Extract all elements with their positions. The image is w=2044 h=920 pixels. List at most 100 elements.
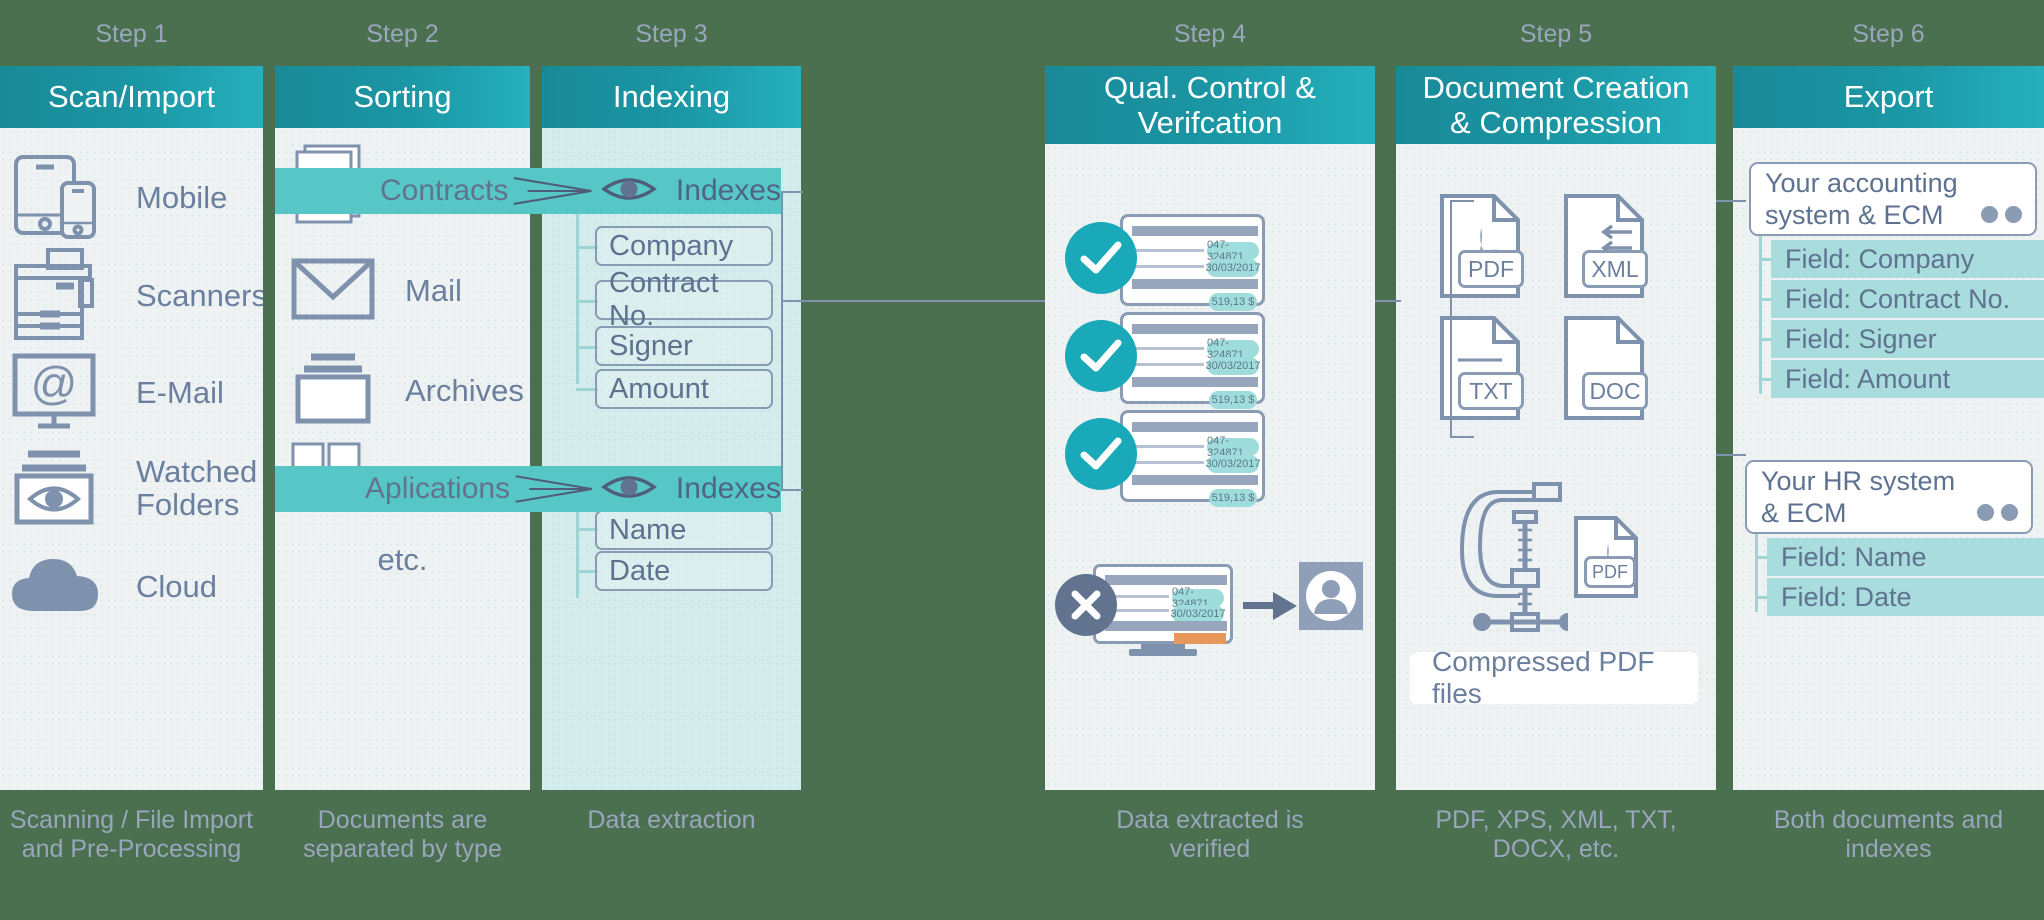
doc-headerbar	[1105, 575, 1227, 585]
xml-file-icon[interactable]	[1562, 192, 1648, 305]
link-idx2-to-qc	[781, 489, 803, 491]
index-field-contract-no[interactable]: Contract No.	[595, 267, 773, 332]
sort-label-mail: Mail	[405, 272, 462, 308]
column-header-sorting: Sorting	[275, 66, 530, 128]
step-label-6: Step 6	[1852, 20, 1925, 48]
step-label-2: Step 2	[366, 20, 439, 48]
cloud-icon	[8, 549, 106, 626]
sort-label-contracts: Contracts	[380, 174, 509, 207]
svg-text:@: @	[31, 357, 78, 409]
caption-step-3: Data extraction	[587, 806, 756, 834]
doc-ref-no: 047-324871	[1207, 239, 1259, 263]
column-body-quality-control: 047-324871 30/03/2017 519,13 $ 047-32487…	[1045, 144, 1375, 790]
source-label-watched-folders: Watched Folders	[136, 453, 258, 522]
source-label-scanners: Scanners	[136, 277, 263, 313]
caption-step-1: Scanning / File Import and Pre-Processing	[9, 806, 254, 864]
document-card-1[interactable]: 047-324871 30/03/2017 519,13 $	[1120, 214, 1265, 311]
archive-box-icon	[287, 349, 379, 434]
doc-ref-no: 047-324871	[1207, 435, 1259, 459]
dc-title-line2: & Compression	[1450, 105, 1662, 140]
column-body-document-creation: PDF XML TXT DOC PDF Compressed PDF files	[1396, 144, 1716, 790]
doc-amount: 519,13 $	[1209, 391, 1257, 409]
sort-label-etc: etc.	[377, 541, 428, 577]
doc-footerbar	[1132, 377, 1258, 387]
index-field-date[interactable]: Date	[595, 551, 773, 591]
doc-textline	[1132, 445, 1204, 448]
doc-textline	[1132, 249, 1204, 252]
fan-lines-icon	[513, 177, 593, 205]
source-item-email[interactable]: @ E-Mail	[8, 346, 258, 440]
index-field-signer[interactable]: Signer	[595, 326, 773, 366]
sort-item-archives[interactable]: Archives	[287, 346, 530, 436]
document-card-2[interactable]: 047-324871 30/03/2017 519,13 $	[1120, 312, 1265, 409]
index-trunk-1	[576, 196, 579, 384]
two-dots-icon-1	[1981, 206, 2022, 223]
dc-left-trunk	[1450, 200, 1452, 438]
qc-title-line1: Qual. Control &	[1104, 69, 1316, 105]
doc-textline	[1132, 363, 1204, 366]
dc-to-export-bottom	[1716, 454, 1746, 456]
link-to-qc-column	[781, 300, 1045, 302]
dc-to-export-top	[1716, 200, 1746, 202]
sort-label-applications: Aplications	[365, 472, 511, 505]
export-target-hr-title: Your HR system & ECM	[1761, 465, 1956, 528]
column-header-quality-control: Qual. Control & Verifcation	[1045, 66, 1375, 144]
doc-headerbar	[1132, 226, 1258, 236]
link-idx-vertical	[781, 192, 783, 490]
doc-textline	[1132, 347, 1204, 350]
arrow-right-icon	[1243, 591, 1299, 626]
document-card-3[interactable]: 047-324871 30/03/2017 519,13 $	[1120, 410, 1265, 507]
index-field-amount[interactable]: Amount	[595, 369, 773, 409]
sort-highlight-applications[interactable]: Aplications Indexes	[275, 466, 781, 512]
email-monitor-icon: @	[8, 348, 100, 439]
export-field-contract-no: Field: Contract No.	[1771, 280, 2044, 318]
source-item-cloud[interactable]: Cloud	[8, 540, 258, 634]
export-field-company: Field: Company	[1771, 240, 2044, 278]
doc-error-bar	[1174, 633, 1226, 644]
doc-footerbar	[1132, 475, 1258, 485]
eye-icon	[600, 170, 658, 213]
export-target-accounting[interactable]: Your accounting system & ECM	[1749, 162, 2037, 236]
column-document-creation: Document Creation & Compression PDF XML …	[1396, 66, 1716, 790]
doc-textline	[1132, 265, 1204, 268]
export-field-amount: Field: Amount	[1771, 360, 2044, 398]
export-target-hr[interactable]: Your HR system & ECM	[1745, 460, 2033, 534]
caption-step-5: PDF, XPS, XML, TXT, DOCX, etc.	[1435, 806, 1677, 864]
doc-date: 30/03/2017	[1205, 357, 1261, 375]
xml-file-label: XML	[1582, 250, 1648, 288]
index-field-name[interactable]: Name	[595, 510, 773, 550]
sort-highlight-contracts[interactable]: Contracts Indexes	[275, 168, 781, 214]
link-qc-to-dc	[1375, 300, 1401, 302]
caption-step-6: Both documents and indexes	[1773, 806, 2004, 864]
column-header-document-creation: Document Creation & Compression	[1396, 66, 1716, 144]
source-label-mobile: Mobile	[136, 179, 228, 215]
doc-file-icon[interactable]	[1562, 314, 1648, 427]
source-item-watched-folders[interactable]: Watched Folders	[8, 440, 258, 536]
doc-date: 30/03/2017	[1205, 455, 1261, 473]
sort-item-mail[interactable]: Mail	[287, 248, 530, 334]
export-field-signer: Field: Signer	[1771, 320, 2044, 358]
column-header-export: Export	[1733, 66, 2044, 128]
dc-left-branch-top	[1450, 200, 1474, 202]
x-circle-icon	[1055, 574, 1117, 636]
doc-textline	[1132, 461, 1204, 464]
doc-file-label: DOC	[1582, 372, 1648, 410]
doc-date: 30/03/2017	[1205, 259, 1261, 277]
compressed-pdf-label: PDF	[1584, 556, 1636, 588]
source-item-scanners[interactable]: Scanners	[8, 246, 263, 346]
txt-file-label: TXT	[1458, 372, 1524, 410]
workflow-diagram: Step 1 Step 2 Step 3 Step 4 Step 5 Step …	[0, 0, 2044, 920]
step-label-3: Step 3	[635, 20, 708, 48]
step-label-4: Step 4	[1173, 20, 1247, 48]
source-item-mobile[interactable]: Mobile	[8, 150, 258, 246]
monitor-base	[1129, 649, 1197, 656]
index-field-company[interactable]: Company	[595, 226, 773, 266]
column-body-export: Your accounting system & ECM Field: Comp…	[1733, 128, 2044, 790]
export-field-date: Field: Date	[1767, 578, 2044, 616]
link-idx1-to-qc	[781, 191, 803, 193]
doc-amount: 519,13 $	[1209, 293, 1257, 311]
export-trunk-2	[1755, 534, 1758, 612]
compressed-pdf-note: Compressed PDF files	[1410, 646, 1698, 709]
fan-lines-icon-2	[515, 475, 593, 503]
envelope-icon	[287, 253, 379, 330]
